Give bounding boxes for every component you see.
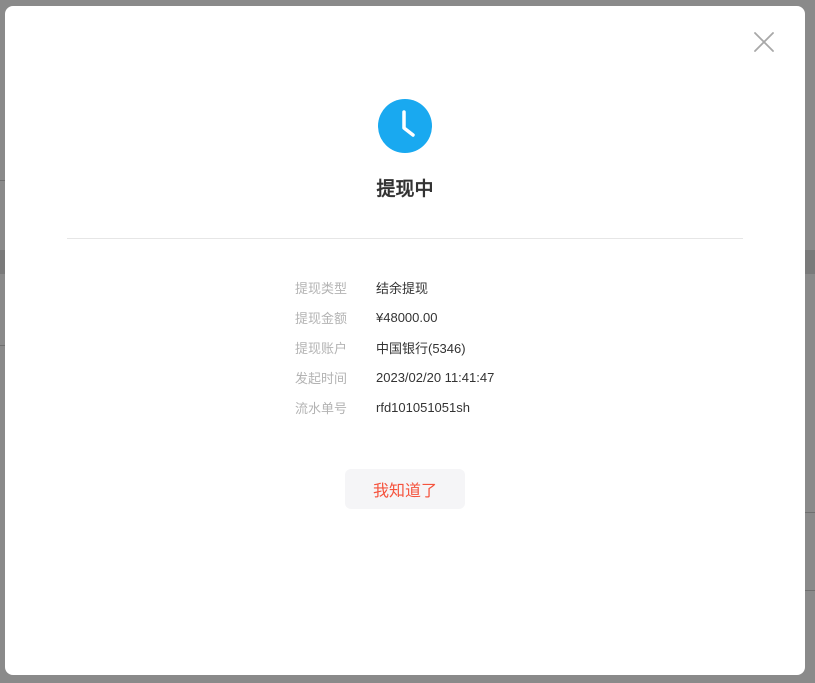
close-icon [754, 32, 774, 52]
detail-value: 中国银行(5346) [376, 340, 466, 356]
withdrawal-details: 提现类型 结余提现 提现金额 ¥48000.00 提现账户 中国银行(5346)… [295, 272, 494, 422]
background-divider [805, 512, 815, 513]
detail-label: 流水单号 [295, 400, 348, 416]
detail-label: 提现金额 [295, 310, 348, 326]
detail-row-serial: 流水单号 rfd101051051sh [295, 392, 494, 422]
background-divider [805, 590, 815, 591]
got-it-button[interactable]: 我知道了 [345, 469, 465, 509]
divider [67, 238, 743, 239]
detail-label: 提现类型 [295, 280, 348, 296]
detail-label: 提现账户 [295, 340, 348, 356]
detail-row-type: 提现类型 结余提现 [295, 272, 494, 302]
detail-row-account: 提现账户 中国银行(5346) [295, 332, 494, 362]
detail-value: 2023/02/20 11:41:47 [376, 369, 495, 385]
clock-icon [378, 99, 432, 153]
detail-value: 结余提现 [376, 280, 429, 296]
detail-value: ¥48000.00 [376, 309, 438, 325]
detail-value: rfd101051051sh [376, 399, 470, 415]
detail-row-time: 发起时间 2023/02/20 11:41:47 [295, 362, 494, 392]
detail-label: 发起时间 [295, 370, 348, 386]
withdrawal-status-dialog: 提现中 提现类型 结余提现 提现金额 ¥48000.00 提现账户 中国银行(5… [5, 6, 805, 675]
close-button[interactable] [751, 29, 777, 55]
detail-row-amount: 提现金额 ¥48000.00 [295, 302, 494, 332]
status-title: 提现中 [376, 179, 434, 200]
